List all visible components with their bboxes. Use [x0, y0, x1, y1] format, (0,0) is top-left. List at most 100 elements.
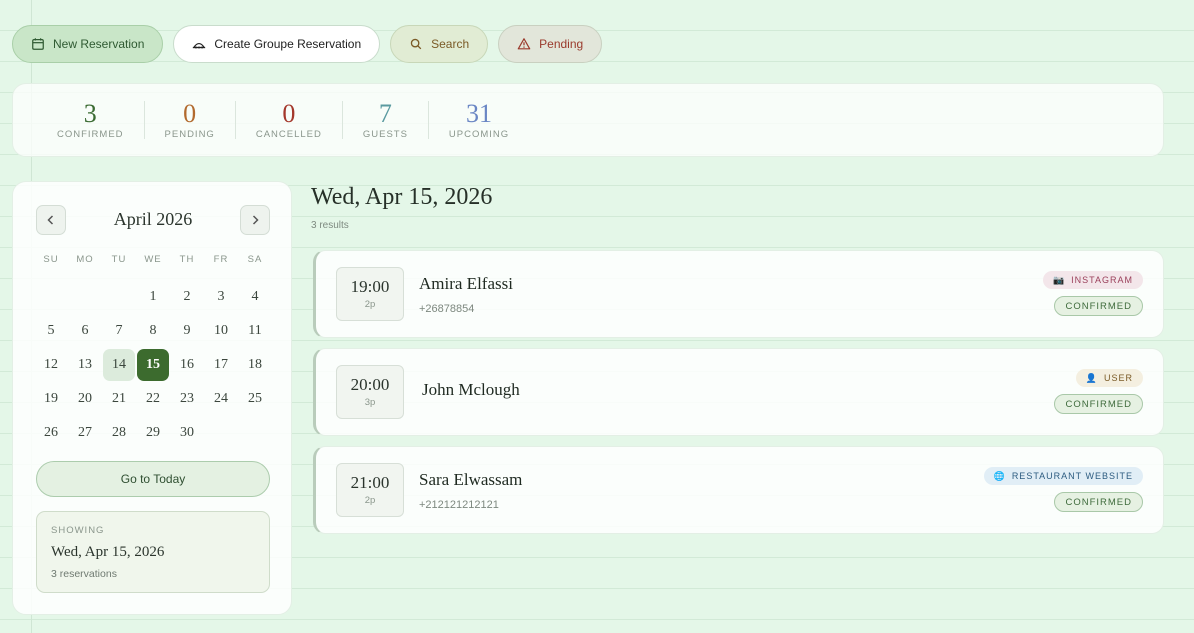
stat-value: 7	[378, 98, 392, 128]
pending-label: Pending	[539, 37, 584, 51]
calendar-day[interactable]: 19	[34, 382, 68, 416]
guest-name: Sara Elwassam	[419, 470, 523, 489]
calendar-day[interactable]: 13	[68, 348, 102, 382]
new-reservation-button[interactable]: New Reservation	[12, 25, 164, 63]
stat-value: 0	[282, 98, 296, 128]
reservation-card[interactable]: 21:00 2p Sara Elwassam +212121212121 🌐 R…	[313, 446, 1164, 534]
showing-date: Wed, Apr 15, 2026	[51, 544, 165, 560]
weekday-label: TH	[179, 254, 195, 265]
calendar-day[interactable]: 10	[204, 314, 238, 348]
results-count: 3 results	[311, 220, 349, 231]
stat-upcoming: 31 UPCOMING	[429, 98, 529, 140]
calendar-day[interactable]: 15	[137, 349, 169, 381]
toolbar: New Reservation Create Groupe Reservatio…	[12, 25, 603, 63]
stats-bar: 3 CONFIRMED 0 PENDING 0 CANCELLED 7 GUES…	[12, 83, 1164, 157]
calendar-day[interactable]: 20	[68, 382, 102, 416]
calendar-day[interactable]: 29	[136, 416, 170, 450]
calendar-day[interactable]: 1	[136, 280, 170, 314]
search-icon	[410, 38, 422, 50]
source-badge: 👤 USER	[1075, 369, 1143, 387]
party-size: 2p	[364, 495, 376, 506]
calendar-day[interactable]: 26	[34, 416, 68, 450]
calendar-day[interactable]: 23	[170, 382, 204, 416]
stat-label: GUESTS	[362, 128, 408, 140]
showing-panel: SHOWING Wed, Apr 15, 2026 3 reservations	[36, 511, 270, 593]
status-badge: CONFIRMED	[1054, 296, 1143, 316]
reservation-time: 20:00	[350, 375, 390, 394]
calendar-blank	[102, 280, 136, 314]
time-box: 19:00 2p	[336, 267, 404, 321]
guest-name: Amira Elfassi	[419, 274, 513, 293]
guest-phone: +212121212121	[419, 499, 499, 511]
reservation-time: 19:00	[350, 277, 390, 296]
calendar-day[interactable]: 11	[238, 314, 272, 348]
calendar-day[interactable]: 3	[204, 280, 238, 314]
calendar-day[interactable]: 17	[204, 348, 238, 382]
weekday-label: FR	[213, 254, 229, 265]
calendar-day[interactable]: 4	[238, 280, 272, 314]
new-reservation-label: New Reservation	[53, 37, 145, 51]
calendar-icon	[32, 38, 44, 50]
stat-value: 0	[183, 98, 197, 128]
party-size: 3p	[364, 397, 376, 408]
calendar-day[interactable]: 21	[102, 382, 136, 416]
weekday-label: SA	[247, 254, 263, 265]
stat-pending: 0 PENDING	[145, 98, 236, 140]
source-label: INSTAGRAM	[1071, 275, 1133, 285]
search-button[interactable]: Search	[390, 25, 489, 63]
go-to-today-button[interactable]: Go to Today	[36, 461, 270, 497]
next-month-button[interactable]	[240, 205, 270, 235]
time-box: 21:00 2p	[336, 463, 404, 517]
create-group-reservation-button[interactable]: Create Groupe Reservation	[173, 25, 381, 63]
chevron-right-icon	[252, 215, 259, 225]
weekday-label: MO	[76, 254, 94, 265]
search-label: Search	[431, 37, 470, 51]
source-badge: 📷 INSTAGRAM	[1042, 271, 1143, 289]
pending-button[interactable]: Pending	[498, 25, 603, 63]
source-badge: 🌐 RESTAURANT WEBSITE	[983, 467, 1143, 485]
time-box: 20:00 3p	[336, 365, 404, 419]
calendar-day[interactable]: 24	[204, 382, 238, 416]
showing-count: 3 reservations	[51, 568, 117, 580]
calendar-day[interactable]: 25	[238, 382, 272, 416]
stat-cancelled: 0 CANCELLED	[236, 98, 343, 140]
calendar-day[interactable]: 7	[102, 314, 136, 348]
calendar-day[interactable]: 9	[170, 314, 204, 348]
calendar-day[interactable]: 8	[136, 314, 170, 348]
reservation-card[interactable]: 19:00 2p Amira Elfassi +26878854 📷 INSTA…	[313, 250, 1164, 338]
guest-name: John Mclough	[422, 380, 520, 399]
stat-label: PENDING	[164, 128, 215, 140]
source-label: RESTAURANT WEBSITE	[1011, 471, 1133, 481]
camera-icon: 📷	[1052, 274, 1066, 285]
source-label: USER	[1103, 373, 1133, 383]
stat-label: CANCELLED	[255, 128, 322, 140]
create-group-label: Create Groupe Reservation	[214, 37, 362, 51]
calendar-day[interactable]: 6	[68, 314, 102, 348]
user-icon: 👤	[1085, 372, 1098, 383]
page-title: Wed, Apr 15, 2026	[311, 184, 493, 210]
calendar-day[interactable]: 22	[136, 382, 170, 416]
calendar-day[interactable]: 14	[103, 349, 135, 381]
reservation-card[interactable]: 20:00 3p John Mclough 👤 USER CONFIRMED	[313, 348, 1164, 436]
stat-label: UPCOMING	[448, 128, 510, 140]
stat-value: 31	[466, 98, 493, 128]
calendar-day[interactable]: 12	[34, 348, 68, 382]
calendar-day[interactable]: 5	[34, 314, 68, 348]
calendar-day[interactable]: 2	[170, 280, 204, 314]
calendar-day[interactable]: 18	[238, 348, 272, 382]
party-size: 2p	[364, 299, 376, 310]
calendar-grid: SU MO TU WE TH FR SA 1 2 3 4 5 6 7 8 9 10 11 12 13 14 15 16 17 1…	[34, 254, 272, 450]
reservation-time: 21:00	[350, 473, 390, 492]
warning-icon	[517, 38, 531, 50]
calendar-day[interactable]: 30	[170, 416, 204, 450]
showing-label: SHOWING	[51, 525, 105, 536]
group-icon	[193, 43, 206, 49]
stat-value: 3	[83, 98, 97, 128]
calendar-blank	[68, 280, 102, 314]
calendar-day[interactable]: 16	[170, 348, 204, 382]
calendar-day[interactable]: 28	[102, 416, 136, 450]
status-badge: CONFIRMED	[1054, 394, 1143, 414]
weekday-label: SU	[43, 254, 59, 265]
weekday-label: TU	[111, 254, 127, 265]
calendar-day[interactable]: 27	[68, 416, 102, 450]
